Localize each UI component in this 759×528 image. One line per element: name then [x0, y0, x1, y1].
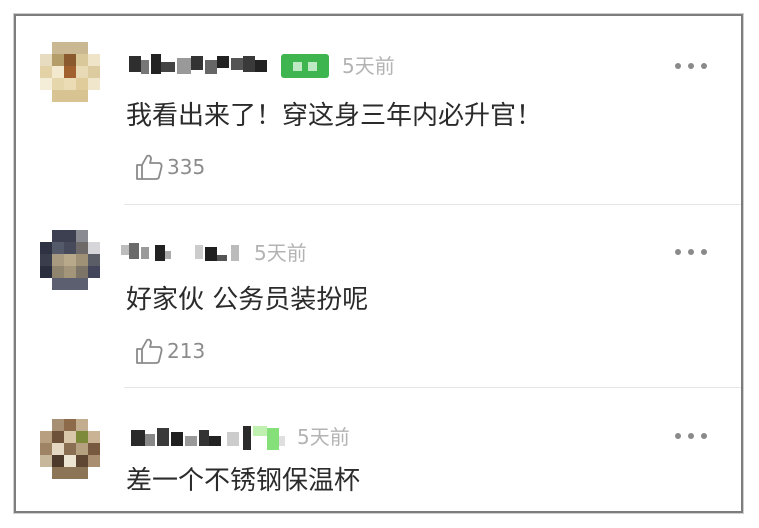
divider: [124, 387, 741, 388]
thumbs-up-icon: [136, 154, 163, 180]
like-button[interactable]: 213: [134, 336, 205, 366]
more-dots-icon[interactable]: [675, 429, 707, 443]
comment-time: 5天前: [254, 241, 307, 265]
divider: [124, 204, 741, 205]
avatar[interactable]: [40, 419, 100, 479]
username[interactable]: [129, 52, 269, 78]
comment-text: 我看出来了！穿这身三年内必升官！: [126, 101, 543, 131]
comment-list: 5天前 我看出来了！穿这身三年内必升官！ 335 5天前 好家伙 公务员装扮呢 …: [14, 14, 743, 513]
more-dots-icon[interactable]: [675, 59, 707, 73]
level-badge: [281, 54, 329, 78]
username[interactable]: [121, 239, 251, 265]
comment-time: 5天前: [342, 54, 395, 78]
avatar[interactable]: [40, 230, 100, 290]
comment-time: 5天前: [297, 425, 350, 449]
thumbs-up-icon: [136, 338, 163, 364]
avatar[interactable]: [40, 42, 100, 102]
username[interactable]: [131, 424, 301, 450]
like-count: 335: [167, 155, 206, 179]
comment-text: 差一个不锈钢保温杯: [126, 466, 361, 496]
like-count: 213: [167, 339, 206, 363]
more-dots-icon[interactable]: [675, 245, 707, 259]
like-button[interactable]: 335: [134, 152, 205, 182]
comment-text: 好家伙 公务员装扮呢: [126, 285, 369, 315]
